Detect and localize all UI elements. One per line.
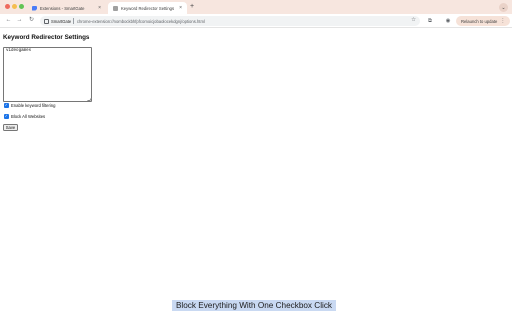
new-tab-button[interactable]: +: [190, 3, 194, 11]
block-all-row[interactable]: ✓ Block All Websites: [4, 114, 45, 119]
close-window-button[interactable]: [5, 4, 10, 9]
block-all-checkbox[interactable]: ✓: [4, 114, 9, 119]
page-content: Keyword Redirector Settings videogames ✓…: [0, 29, 512, 320]
extensions-icon[interactable]: ⧉: [426, 17, 434, 25]
browser-toolbar: ← → ↻ SmartGate chrome-extension://nombo…: [0, 14, 512, 28]
close-tab-icon[interactable]: ×: [98, 5, 101, 11]
url-text[interactable]: chrome-extension://nombockbhfpfcomoicjob…: [77, 19, 205, 24]
tab-title: Extensions - SmartGate: [40, 5, 85, 11]
relaunch-label: Relaunch to update: [461, 18, 498, 24]
keywords-textarea[interactable]: videogames: [3, 47, 92, 102]
bookmark-star-icon[interactable]: ☆: [411, 17, 416, 23]
close-tab-icon[interactable]: ×: [179, 5, 182, 11]
extension-site-icon: [44, 18, 49, 24]
block-all-label: Block All Websites: [11, 114, 46, 119]
tab-keyword-redirector-settings[interactable]: Keyword Redirector Settings ×: [108, 2, 187, 14]
extension-page-icon: [113, 5, 118, 11]
relaunch-to-update-button[interactable]: Relaunch to update ⋮: [456, 16, 511, 26]
address-bar[interactable]: SmartGate chrome-extension://nombockbhfp…: [40, 16, 420, 26]
enable-filtering-row[interactable]: ✓ Enable keyword filtering: [4, 103, 55, 108]
tab-strip: Extensions - SmartGate × Keyword Redirec…: [0, 0, 512, 14]
puzzle-icon: [32, 5, 37, 11]
save-button[interactable]: Save: [3, 124, 18, 131]
tab-search-icon[interactable]: ⌄: [499, 3, 508, 12]
fullscreen-window-button[interactable]: [19, 4, 24, 9]
tab-extensions[interactable]: Extensions - SmartGate ×: [27, 2, 106, 14]
back-icon[interactable]: ←: [4, 16, 13, 25]
reload-icon[interactable]: ↻: [27, 16, 36, 25]
enable-filtering-label: Enable keyword filtering: [11, 103, 56, 108]
site-name: SmartGate: [51, 18, 72, 24]
caption-banner: Block Everything With One Checkbox Click: [172, 300, 336, 311]
minimize-window-button[interactable]: [12, 4, 17, 9]
enable-filtering-checkbox[interactable]: ✓: [4, 103, 9, 108]
profile-icon[interactable]: ◉: [444, 17, 452, 25]
page-title: Keyword Redirector Settings: [3, 34, 90, 41]
more-menu-icon[interactable]: ⋮: [500, 18, 505, 24]
tab-title: Keyword Redirector Settings: [121, 5, 175, 11]
forward-icon[interactable]: →: [15, 16, 24, 25]
address-separator: [73, 18, 74, 24]
